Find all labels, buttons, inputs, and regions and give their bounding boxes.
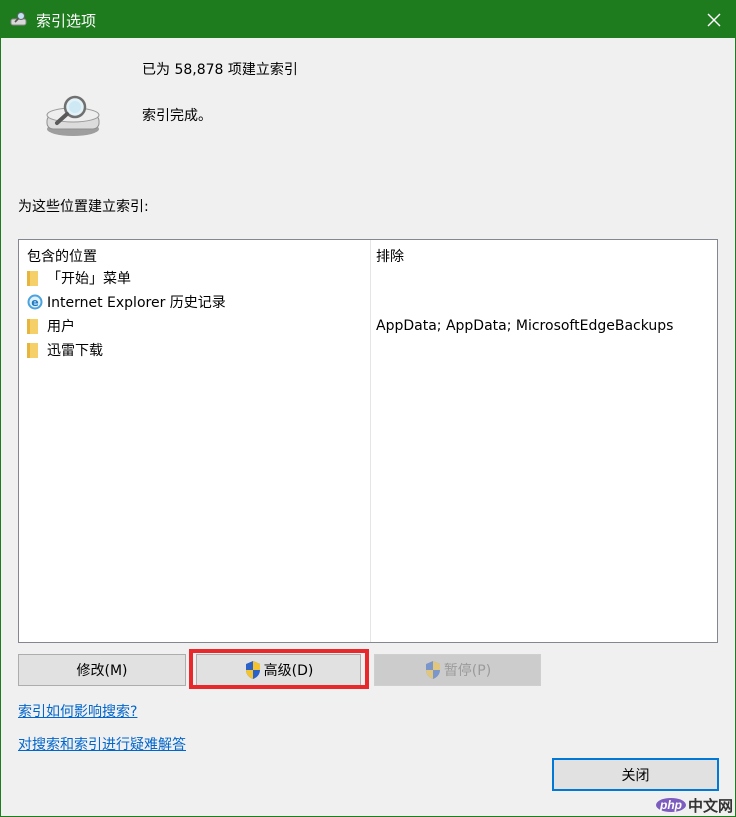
header-excluded[interactable]: 排除 bbox=[376, 246, 404, 266]
window-title: 索引选项 bbox=[36, 12, 97, 30]
svg-text:e: e bbox=[31, 296, 38, 309]
pause-button[interactable]: 暂停(P) bbox=[374, 654, 541, 686]
indexing-status-icon bbox=[46, 95, 100, 136]
list-item[interactable]: 「开始」菜单 bbox=[27, 267, 131, 289]
title-bar: 索引选项 bbox=[1, 1, 736, 38]
list-item[interactable]: e Internet Explorer 历史记录 bbox=[27, 291, 226, 313]
location-name: 迅雷下载 bbox=[47, 343, 103, 359]
close-label: 关闭 bbox=[621, 767, 650, 784]
folder-icon bbox=[27, 270, 38, 286]
how-indexing-affects-search-link[interactable]: 索引如何影响搜索? bbox=[18, 701, 137, 721]
folder-icon bbox=[27, 318, 38, 334]
header-included[interactable]: 包含的位置 bbox=[27, 246, 97, 266]
location-name: 用户 bbox=[47, 319, 75, 335]
indexing-status: 索引完成。 bbox=[142, 108, 212, 124]
ie-icon: e bbox=[27, 294, 43, 310]
column-divider bbox=[370, 240, 371, 642]
troubleshoot-link[interactable]: 对搜索和索引进行疑难解答 bbox=[18, 734, 186, 754]
indexing-options-dialog: 索引选项 已为 58,878 项建立索引 索引完成。 为这些位置建立索引: 包含… bbox=[0, 0, 736, 817]
watermark-logo: php bbox=[655, 798, 686, 812]
pause-label: 暂停(P) bbox=[443, 663, 492, 679]
indexed-count: 已为 58,878 项建立索引 bbox=[142, 62, 298, 78]
folder-icon bbox=[27, 342, 38, 358]
list-item[interactable]: 用户 bbox=[27, 315, 75, 337]
watermark-text: 中文网 bbox=[687, 797, 733, 815]
indexing-icon bbox=[10, 12, 27, 26]
location-name: 「开始」菜单 bbox=[47, 271, 131, 287]
locations-list[interactable]: 包含的位置 排除 「开始」菜单 e Internet Explorer 历史记录… bbox=[18, 239, 718, 643]
window-close-button[interactable] bbox=[691, 1, 736, 38]
location-name: Internet Explorer 历史记录 bbox=[47, 295, 226, 311]
uac-shield-icon bbox=[425, 661, 440, 679]
highlight-box bbox=[189, 649, 369, 689]
locations-label: 为这些位置建立索引: bbox=[18, 199, 149, 215]
modify-button[interactable]: 修改(M) bbox=[18, 654, 186, 686]
close-button[interactable]: 关闭 bbox=[552, 758, 719, 791]
watermark: php 中文网 bbox=[653, 794, 733, 816]
exclude-value: AppData; AppData; MicrosoftEdgeBackups bbox=[376, 318, 674, 334]
close-icon bbox=[707, 13, 721, 26]
modify-label: 修改(M) bbox=[76, 663, 128, 679]
list-item[interactable]: 迅雷下载 bbox=[27, 339, 103, 361]
